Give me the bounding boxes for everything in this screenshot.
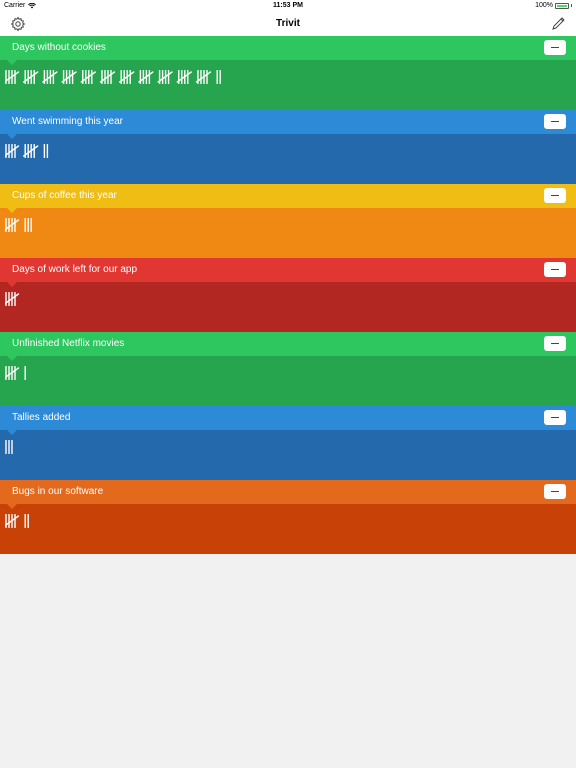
counter-header[interactable]: Days without cookies [0, 36, 576, 60]
decrement-button[interactable] [544, 484, 566, 499]
header-pointer [7, 60, 17, 65]
counter-tally-area[interactable] [0, 282, 576, 332]
counter-row[interactable]: Days of work left for our app [0, 258, 576, 332]
counter-header[interactable]: Went swimming this year [0, 110, 576, 134]
battery-icon [555, 2, 569, 9]
counter-label: Tallies added [12, 412, 71, 423]
header-pointer [7, 282, 17, 287]
counter-label: Went swimming this year [12, 116, 123, 127]
battery-group: 100% [535, 2, 572, 9]
decrement-button[interactable] [544, 114, 566, 129]
tally-marks [5, 218, 32, 232]
header-pointer [7, 134, 17, 139]
counter-header[interactable]: Unfinished Netflix movies [0, 332, 576, 356]
counter-label: Bugs in our software [12, 486, 104, 497]
counter-tally-area[interactable] [0, 504, 576, 554]
tally-marks [5, 366, 26, 380]
decrement-button[interactable] [544, 410, 566, 425]
decrement-button[interactable] [544, 188, 566, 203]
counter-label: Days of work left for our app [12, 264, 138, 275]
minus-icon [551, 342, 559, 345]
tally-marks [5, 144, 49, 158]
decrement-button[interactable] [544, 336, 566, 351]
battery-fill [557, 4, 567, 7]
counter-label: Days without cookies [12, 42, 106, 53]
pencil-icon[interactable] [550, 16, 566, 32]
tally-marks [5, 292, 20, 306]
minus-icon [551, 46, 559, 49]
clock: 11:53 PM [273, 2, 303, 9]
header-pointer [7, 208, 17, 213]
minus-icon [551, 490, 559, 493]
minus-icon [551, 194, 559, 197]
status-bar: Carrier 11:53 PM 100% [0, 0, 576, 12]
header-pointer [7, 430, 17, 435]
tally-marks [5, 440, 13, 454]
minus-icon [551, 268, 559, 271]
counter-tally-area[interactable] [0, 208, 576, 258]
minus-icon [551, 120, 559, 123]
battery-percent: 100% [535, 2, 553, 9]
battery-tip [571, 4, 572, 7]
counter-header[interactable]: Tallies added [0, 406, 576, 430]
counter-tally-area[interactable] [0, 134, 576, 184]
counter-tally-area[interactable] [0, 430, 576, 480]
counter-row[interactable]: Days without cookies [0, 36, 576, 110]
counter-label: Cups of coffee this year [12, 190, 117, 201]
tally-marks [5, 514, 29, 528]
decrement-button[interactable] [544, 262, 566, 277]
counter-header[interactable]: Bugs in our software [0, 480, 576, 504]
counter-row[interactable]: Went swimming this year [0, 110, 576, 184]
header-pointer [7, 504, 17, 509]
tally-marks [5, 70, 221, 84]
counter-row[interactable]: Bugs in our software [0, 480, 576, 554]
counter-tally-area[interactable] [0, 60, 576, 110]
decrement-button[interactable] [544, 40, 566, 55]
counter-row[interactable]: Unfinished Netflix movies [0, 332, 576, 406]
nav-bar: Trivit [0, 12, 576, 36]
page-title: Trivit [276, 18, 300, 29]
counter-header[interactable]: Cups of coffee this year [0, 184, 576, 208]
minus-icon [551, 416, 559, 419]
counter-label: Unfinished Netflix movies [12, 338, 125, 349]
counter-tally-area[interactable] [0, 356, 576, 406]
counter-header[interactable]: Days of work left for our app [0, 258, 576, 282]
counter-row[interactable]: Tallies added [0, 406, 576, 480]
header-pointer [7, 356, 17, 361]
counter-row[interactable]: Cups of coffee this year [0, 184, 576, 258]
